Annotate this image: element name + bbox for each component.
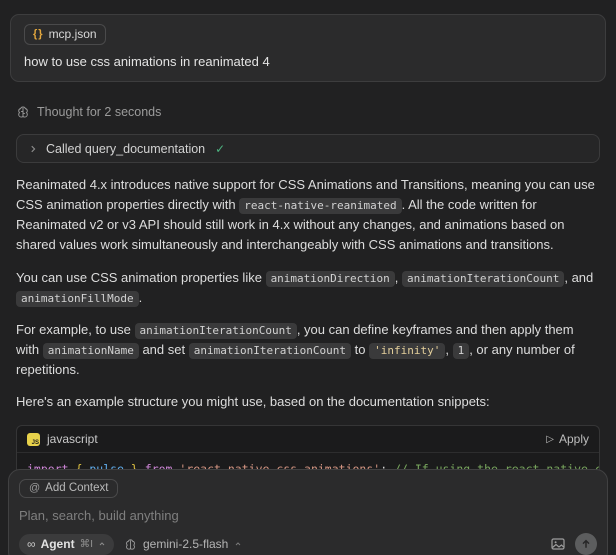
infinity-icon: ∞ [27,539,36,549]
paragraph: Reanimated 4.x introduces native support… [16,175,600,256]
paragraph: You can use CSS animation properties lik… [16,268,600,308]
model-selector[interactable]: gemini-2.5-flash [124,537,242,551]
add-context-label: Add Context [45,482,108,494]
apply-label: Apply [559,432,589,446]
paragraph: For example, to use animationIterationCo… [16,320,600,380]
inline-code: 1 [453,343,470,359]
agent-label: Agent [41,537,75,551]
attach-image-button[interactable] [550,536,566,552]
thought-row[interactable]: Thought for 2 seconds [16,105,600,119]
composer-panel: @ Add Context Plan, search, build anythi… [8,469,608,555]
tool-call-toggle[interactable]: Called query_documentation ✓ [16,134,600,163]
javascript-icon: JS [27,433,40,446]
inline-code: react-native-reanimated [239,198,401,214]
inline-code: animationFillMode [16,291,139,307]
inline-code: animationIterationCount [402,271,564,287]
composer-input[interactable]: Plan, search, build anything [19,508,597,533]
brain-icon [124,538,137,551]
inline-code: 'infinity' [369,343,445,359]
inline-code: animationIterationCount [135,323,297,339]
agent-shortcut: ⌘I [80,538,93,550]
apply-button[interactable]: ▷ Apply [546,432,589,446]
composer-bottom-row: ∞ Agent ⌘I gemini-2.5-flash [19,533,597,555]
inline-code: animationIterationCount [189,343,351,359]
arrow-up-icon [580,538,592,550]
model-label: gemini-2.5-flash [143,537,228,551]
braces-icon: {} [33,28,44,40]
send-button[interactable] [575,533,597,555]
chevron-right-icon [28,144,38,154]
success-check-icon: ✓ [215,142,225,156]
code-language-label: javascript [47,432,98,446]
answer-paragraphs: Reanimated 4.x introduces native support… [16,175,600,412]
user-message-text: how to use css animations in reanimated … [24,54,592,69]
paragraph: Here's an example structure you might us… [16,392,600,412]
agent-mode-selector[interactable]: ∞ Agent ⌘I [19,534,114,555]
brain-icon [16,105,30,119]
file-chip-label: mcp.json [49,27,97,41]
inline-code: animationDirection [266,271,395,287]
chevron-up-icon [234,537,242,551]
chevron-up-icon [98,540,106,548]
file-context-chip[interactable]: {} mcp.json [24,24,106,45]
tool-call-label: Called query_documentation [46,142,205,156]
code-block-header: JS javascript ▷ Apply [17,426,599,453]
user-message-card: {} mcp.json how to use css animations in… [10,14,606,82]
thought-label: Thought for 2 seconds [37,105,161,119]
at-icon: @ [29,482,40,494]
add-context-button[interactable]: @ Add Context [19,479,118,498]
inline-code: animationName [43,343,139,359]
play-icon: ▷ [546,434,554,445]
